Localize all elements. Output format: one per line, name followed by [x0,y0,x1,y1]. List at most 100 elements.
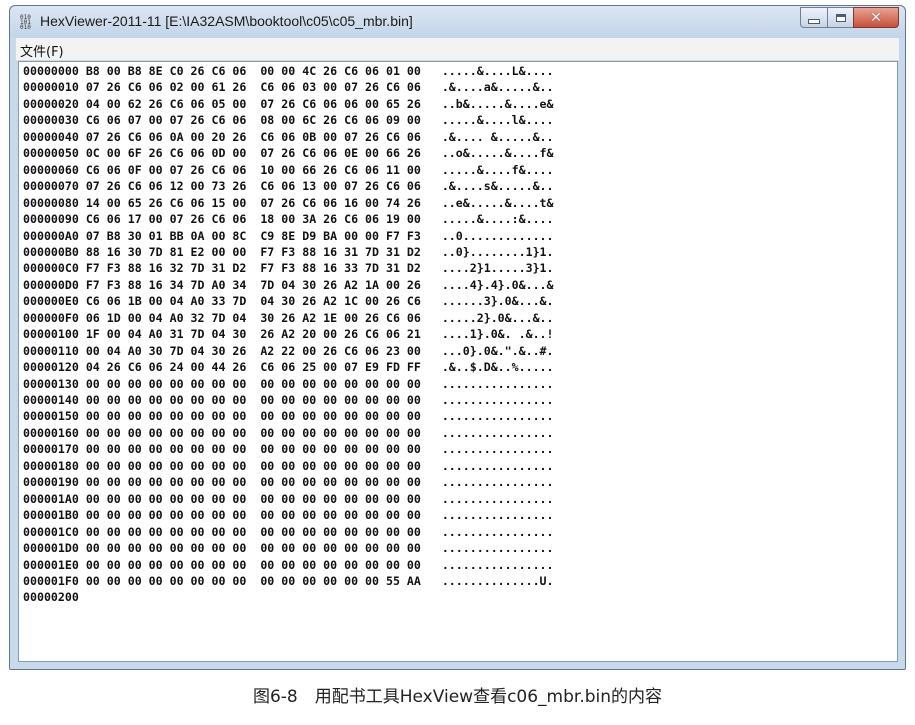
hex-row: 00000030 C6 06 07 00 07 26 C6 06 08 00 6… [23,113,554,128]
hex-row: 00000190 00 00 00 00 00 00 00 00 00 00 0… [23,475,554,490]
hex-offset: 000000E0 [23,294,79,309]
hex-ascii: .....&....f&.... [441,162,554,177]
window-title: HexViewer-2011-11 [E:\IA32ASM\booktool\c… [40,13,413,29]
hex-offset: 00000010 [23,80,79,95]
hex-ascii: ................ [441,393,554,407]
hex-offset: 00000080 [23,195,79,210]
hex-bytes: B8 00 B8 8E C0 26 C6 06 00 00 4C 26 C6 0… [85,64,421,78]
hex-row: 000001E0 00 00 00 00 00 00 00 00 00 00 0… [23,558,554,573]
hex-bytes: 00 00 00 00 00 00 00 00 00 00 00 00 00 0… [85,524,421,539]
hex-row: 00000110 00 04 A0 30 7D 04 30 26 A2 22 0… [23,344,554,359]
title-bar[interactable]: 010 101 010 HexViewer-2011-11 [E:\IA32ASM\… [10,6,905,38]
hex-offset: 000001E0 [23,557,79,572]
hex-row: 000001C0 00 00 00 00 00 00 00 00 00 00 0… [23,525,554,540]
close-button[interactable]: ✕ [853,7,899,28]
hex-row: 00000170 00 00 00 00 00 00 00 00 00 00 0… [23,442,554,457]
hex-offset: 00000090 [23,212,79,227]
hex-ascii: ..0............. [441,228,554,243]
hex-bytes: 00 00 00 00 00 00 00 00 00 00 00 00 00 0… [85,393,421,407]
hex-row: 00000000 B8 00 B8 8E C0 26 C6 06 00 00 4… [23,64,554,79]
hex-offset: 00000030 [23,113,79,128]
hex-ascii: ................ [441,442,554,457]
hex-offset: 000000C0 [23,261,79,276]
hex-bytes: C6 06 17 00 07 26 C6 06 18 00 3A 26 C6 0… [85,212,421,227]
hex-ascii: ................ [441,458,554,473]
minimize-icon [808,19,820,24]
hex-ascii: ................ [441,508,554,523]
minimize-button[interactable] [800,7,827,28]
maximize-button[interactable] [827,7,853,28]
hex-bytes: C6 06 1B 00 04 A0 33 7D 04 30 26 A2 1C 0… [85,294,421,309]
hex-row: 00000200 [23,590,107,605]
hex-row: 000000D0 F7 F3 88 16 34 7D A0 34 7D 04 3… [23,278,554,293]
hex-row: 00000050 0C 00 6F 26 C6 06 0D 00 07 26 C… [23,146,554,161]
hex-offset: 00000040 [23,129,79,144]
hex-offset: 00000190 [23,475,79,490]
hex-bytes: F7 F3 88 16 32 7D 31 D2 F7 F3 88 16 33 7… [85,261,421,276]
hex-bytes: C6 06 0F 00 07 26 C6 06 10 00 66 26 C6 0… [85,162,421,177]
hex-ascii: ..............U. [441,573,554,588]
hex-row: 00000010 07 26 C6 06 02 00 61 26 C6 06 0… [23,80,554,95]
hex-ascii: ......3}.0&...&. [441,294,554,309]
close-icon: ✕ [870,9,882,26]
hex-row: 00000180 00 00 00 00 00 00 00 00 00 00 0… [23,459,554,474]
hex-ascii: ................ [441,409,554,424]
hex-bytes: 00 00 00 00 00 00 00 00 00 00 00 00 00 0… [85,442,421,457]
hex-bytes: 07 B8 30 01 BB 0A 00 8C C9 8E D9 BA 00 0… [85,228,421,243]
hex-offset: 00000050 [23,146,79,161]
hex-ascii: .....&....L&.... [441,64,554,78]
hex-row: 000000B0 88 16 30 7D 81 E2 00 00 F7 F3 8… [23,245,554,260]
hex-bytes: 07 26 C6 06 12 00 73 26 C6 06 13 00 07 2… [85,179,421,194]
hex-bytes: 04 00 62 26 C6 06 05 00 07 26 C6 06 06 0… [85,96,421,111]
hex-row: 00000040 07 26 C6 06 0A 00 20 26 C6 06 0… [23,130,554,145]
hex-offset: 00000200 [23,590,79,605]
hex-bytes: F7 F3 88 16 34 7D A0 34 7D 04 30 26 A2 1… [85,277,421,292]
hex-offset: 000001F0 [23,573,79,588]
hex-bytes: 00 00 00 00 00 00 00 00 00 00 00 00 00 0… [85,475,421,490]
hex-offset: 000000A0 [23,228,79,243]
menu-file[interactable]: 文件(F) [20,41,64,60]
hex-offset: 00000150 [23,409,79,424]
hex-offset: 00000000 [23,64,79,78]
hex-bytes: 00 00 00 00 00 00 00 00 00 00 00 00 00 0… [85,376,421,391]
hex-offset: 00000060 [23,162,79,177]
hex-ascii: ....2}1.....3}1. [441,261,554,276]
hex-bytes: 1F 00 04 A0 31 7D 04 30 26 A2 20 00 26 C… [85,327,421,342]
hex-offset: 000000F0 [23,310,79,325]
hex-ascii: ..e&.....&....t& [441,195,554,210]
hex-app-icon[interactable]: 010 101 010 [20,15,34,31]
hex-ascii: ................ [441,524,554,539]
hex-offset: 00000100 [23,327,79,342]
hex-row: 000001A0 00 00 00 00 00 00 00 00 00 00 0… [23,492,554,507]
hex-bytes: 06 1D 00 04 A0 32 7D 04 30 26 A2 1E 00 2… [85,310,421,325]
hex-bytes: 07 26 C6 06 02 00 61 26 C6 06 03 00 07 2… [85,80,421,95]
hex-bytes: 00 00 00 00 00 00 00 00 00 00 00 00 00 0… [85,409,421,424]
hex-offset: 000000D0 [23,277,79,292]
hex-row: 000000E0 C6 06 1B 00 04 A0 33 7D 04 30 2… [23,294,554,309]
hex-ascii: .&.... &.....&.. [441,129,554,144]
hex-ascii: ................ [441,475,554,490]
maximize-icon [835,13,846,22]
hex-row: 00000150 00 00 00 00 00 00 00 00 00 00 0… [23,409,554,424]
hex-row: 000001B0 00 00 00 00 00 00 00 00 00 00 0… [23,508,554,523]
hex-ascii: .....&....l&.... [441,113,554,128]
hex-bytes: 00 00 00 00 00 00 00 00 00 00 00 00 00 0… [85,573,421,588]
hex-bytes: 00 04 A0 30 7D 04 30 26 A2 22 00 26 C6 0… [85,343,421,358]
hex-offset: 000001D0 [23,541,79,556]
hex-offset: 000001A0 [23,491,79,506]
hex-bytes: 00 00 00 00 00 00 00 00 00 00 00 00 00 0… [85,541,421,556]
hex-row: 00000080 14 00 65 26 C6 06 15 00 07 26 C… [23,196,554,211]
hex-view[interactable]: 00000000 B8 00 B8 8E C0 26 C6 06 00 00 4… [18,61,898,662]
hex-row: 00000130 00 00 00 00 00 00 00 00 00 00 0… [23,377,554,392]
hex-offset: 00000020 [23,96,79,111]
hex-ascii: ................ [441,376,554,391]
figure-caption: 图6-8 用配书工具HexView查看c06_mbr.bin的内容 [252,687,663,707]
hex-row: 00000070 07 26 C6 06 12 00 73 26 C6 06 1… [23,179,554,194]
menu-bar: 文件(F) [16,38,899,61]
hex-ascii: .....2}.0&...&.. [441,310,554,325]
hex-ascii: ................ [441,425,554,440]
hex-offset: 00000140 [23,393,79,407]
hex-ascii: .....&....:&.... [441,212,554,227]
hex-offset: 00000160 [23,425,79,440]
hex-bytes: 00 00 00 00 00 00 00 00 00 00 00 00 00 0… [85,557,421,572]
